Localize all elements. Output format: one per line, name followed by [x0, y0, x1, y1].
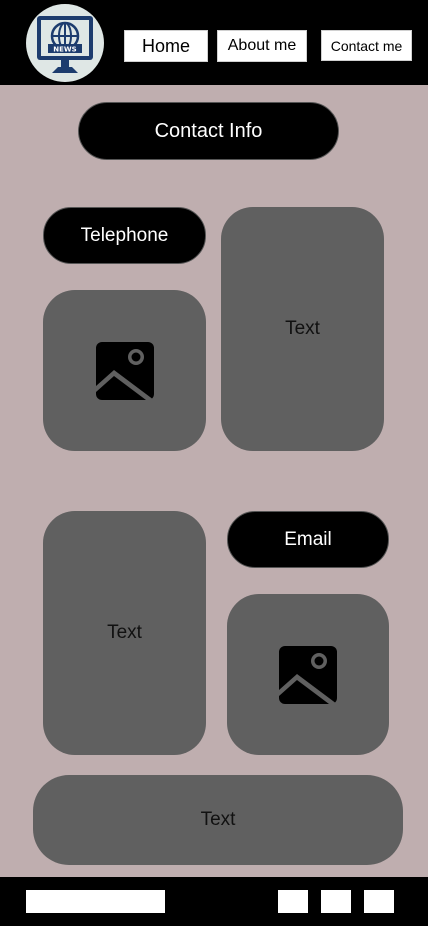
bottom-text: Text — [200, 809, 236, 830]
header-bar: NEWS Home About me Contact me — [0, 0, 428, 85]
footer-link-3[interactable] — [364, 890, 394, 913]
logo[interactable]: NEWS — [26, 4, 104, 82]
image-placeholder-icon — [279, 645, 337, 704]
email-text: Text — [107, 622, 142, 643]
nav-contact-button[interactable]: Contact me — [321, 30, 412, 61]
footer-link-1[interactable] — [278, 890, 308, 913]
contact-info-button[interactable]: Contact Info — [78, 102, 339, 160]
footer-link-2[interactable] — [321, 890, 351, 913]
footer-bar — [0, 877, 428, 926]
logo-text: NEWS — [53, 46, 76, 54]
bottom-text-card: Text — [33, 775, 403, 865]
image-placeholder-icon — [95, 341, 154, 400]
email-text-card: Text — [43, 511, 206, 755]
telephone-button[interactable]: Telephone — [43, 207, 206, 264]
email-image-card — [227, 594, 389, 755]
footer-text-block[interactable] — [26, 890, 165, 913]
telephone-image-card — [43, 290, 206, 451]
nav-about-button[interactable]: About me — [217, 30, 307, 62]
globe-monitor-logo-icon: NEWS — [37, 16, 93, 73]
telephone-text: Text — [285, 318, 320, 339]
telephone-text-card: Text — [221, 207, 384, 451]
nav-home-button[interactable]: Home — [124, 30, 208, 62]
email-button[interactable]: Email — [227, 511, 389, 568]
